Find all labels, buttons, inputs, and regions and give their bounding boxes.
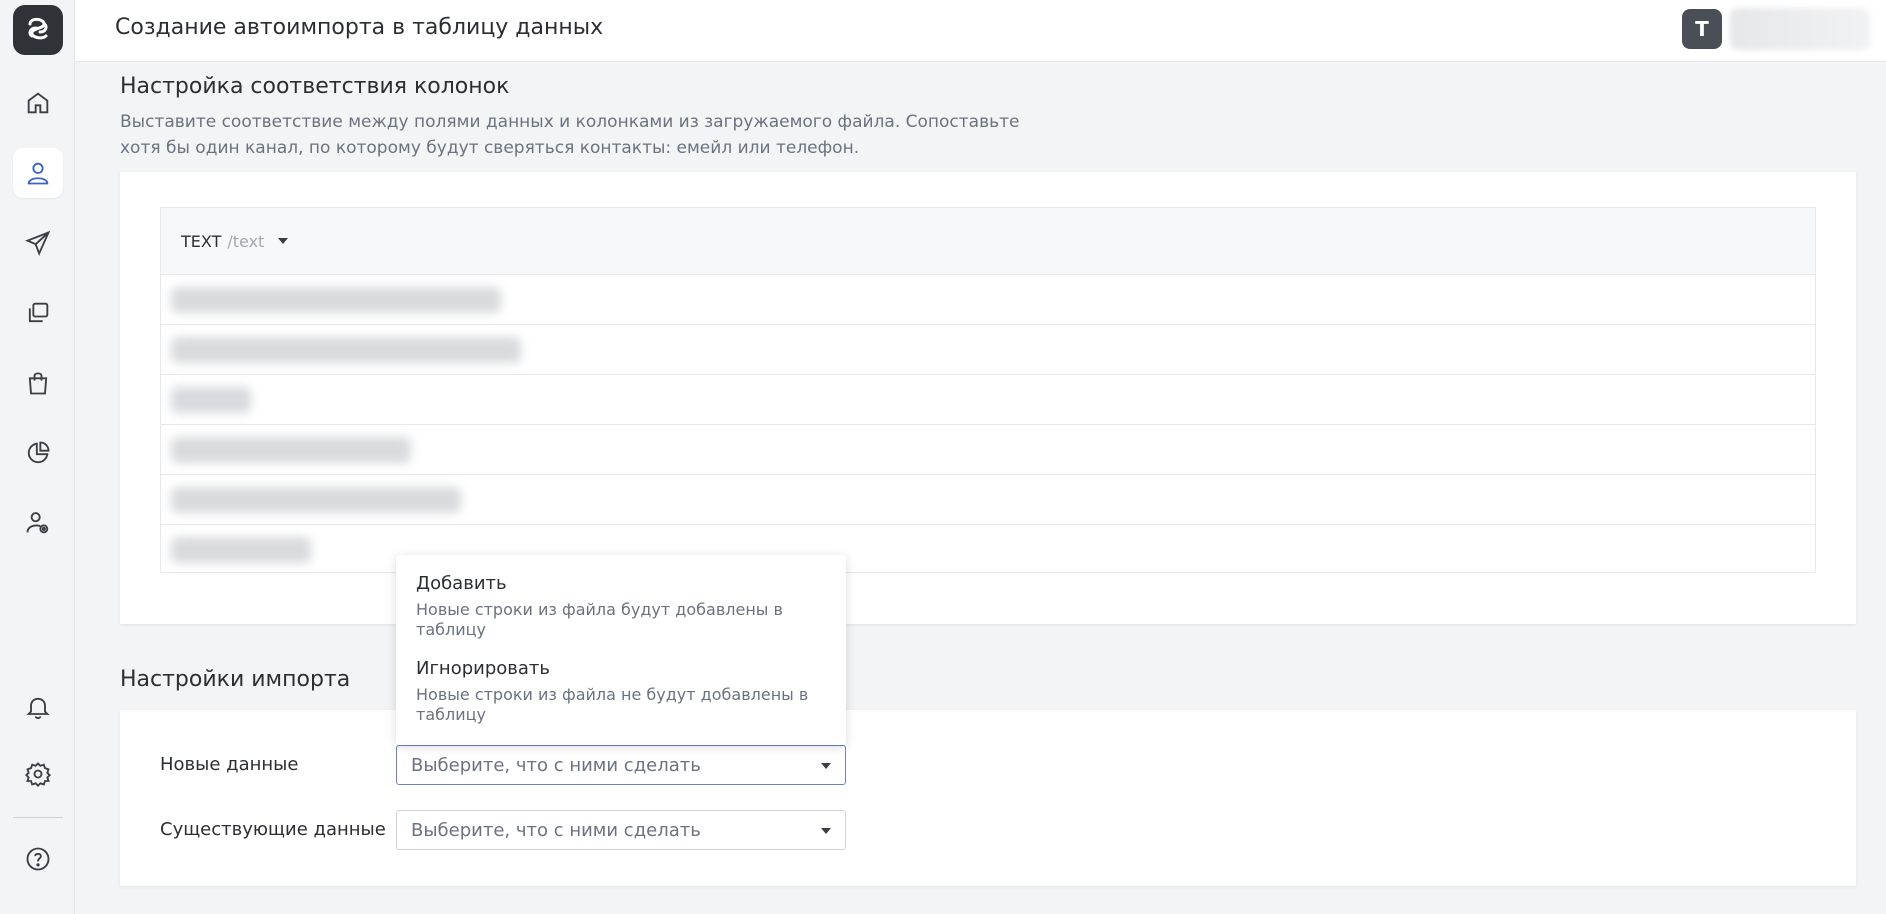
table-row bbox=[161, 275, 1815, 325]
copy-icon bbox=[28, 302, 49, 323]
sidebar-divider bbox=[13, 817, 63, 818]
column-type: TEXT bbox=[181, 231, 222, 251]
new-data-dropdown-menu: Добавить Новые строки из файла будут доб… bbox=[396, 555, 846, 745]
new-data-label: Новые данные bbox=[160, 754, 299, 775]
chevron-down-icon bbox=[821, 763, 831, 769]
column-path: /text bbox=[227, 231, 265, 251]
dropdown-option-ignore[interactable]: Игнорировать Новые строки из файла не бу… bbox=[416, 658, 816, 725]
page-title: Создание автоимпорта в таблицу данных bbox=[115, 15, 604, 40]
user-icon bbox=[27, 162, 49, 185]
gear-icon bbox=[25, 762, 51, 787]
table-row bbox=[161, 375, 1815, 425]
column-table: TEXT /text bbox=[160, 207, 1816, 573]
existing-data-select[interactable]: Выберите, что с ними сделать bbox=[396, 810, 846, 850]
top-header: Создание автоимпорта в таблицу данных T bbox=[75, 0, 1886, 62]
sidebar-item-user-settings[interactable] bbox=[13, 498, 63, 548]
table-row bbox=[161, 475, 1815, 525]
home-icon bbox=[27, 92, 49, 114]
mapping-section-description: Выставите соответствие между полями данн… bbox=[120, 112, 1020, 158]
dropdown-option-add[interactable]: Добавить Новые строки из файла будут доб… bbox=[416, 573, 816, 640]
sidebar-item-products[interactable] bbox=[13, 358, 63, 408]
chevron-down-icon bbox=[821, 828, 831, 834]
mapping-section-title: Настройка соответствия колонок bbox=[120, 74, 510, 99]
new-data-select-value: Выберите, что с ними сделать bbox=[411, 754, 701, 776]
option-description: Новые строки из файла будут добавлены в … bbox=[416, 600, 783, 639]
sidebar bbox=[0, 0, 75, 914]
sidebar-item-analytics[interactable] bbox=[13, 428, 63, 478]
blurred-cell bbox=[171, 337, 521, 363]
avatar[interactable]: T bbox=[1682, 9, 1722, 49]
table-row bbox=[161, 325, 1815, 375]
bell-icon bbox=[26, 697, 50, 720]
column-mapping-card: TEXT /text bbox=[120, 172, 1856, 624]
import-settings-card: Новые данные Выберите, что с ними сделат… bbox=[120, 710, 1856, 886]
user-name-blurred[interactable] bbox=[1730, 8, 1870, 50]
blurred-cell bbox=[171, 437, 411, 463]
existing-data-select-value: Выберите, что с ними сделать bbox=[411, 819, 701, 841]
option-title: Добавить bbox=[416, 573, 507, 594]
pie-chart-icon bbox=[27, 441, 50, 464]
user-settings-icon bbox=[26, 512, 49, 534]
option-title: Игнорировать bbox=[416, 658, 550, 679]
help-icon bbox=[26, 847, 50, 871]
sidebar-item-settings[interactable] bbox=[13, 749, 63, 799]
new-data-select[interactable]: Выберите, что с ними сделать bbox=[396, 745, 846, 785]
sidebar-item-help[interactable] bbox=[13, 834, 63, 884]
sidebar-item-templates[interactable] bbox=[13, 288, 63, 338]
import-section-title: Настройки импорта bbox=[120, 667, 351, 692]
sidebar-item-contacts[interactable] bbox=[13, 148, 63, 198]
chevron-down-icon[interactable] bbox=[278, 238, 289, 244]
option-description: Новые строки из файла не будут добавлены… bbox=[416, 685, 809, 724]
logo-icon bbox=[28, 17, 48, 40]
sidebar-item-notifications[interactable] bbox=[13, 682, 63, 732]
blurred-cell bbox=[171, 287, 501, 313]
sidebar-item-home[interactable] bbox=[13, 78, 63, 128]
app-logo[interactable] bbox=[13, 5, 63, 55]
blurred-cell bbox=[171, 487, 461, 513]
sidebar-item-campaigns[interactable] bbox=[13, 218, 63, 268]
existing-data-label: Существующие данные bbox=[160, 819, 386, 840]
table-row bbox=[161, 425, 1815, 475]
blurred-cell bbox=[171, 537, 311, 563]
shopping-bag-icon bbox=[28, 372, 48, 395]
blurred-cell bbox=[171, 387, 251, 413]
send-icon bbox=[25, 230, 51, 256]
column-header[interactable]: TEXT /text bbox=[161, 208, 1815, 275]
